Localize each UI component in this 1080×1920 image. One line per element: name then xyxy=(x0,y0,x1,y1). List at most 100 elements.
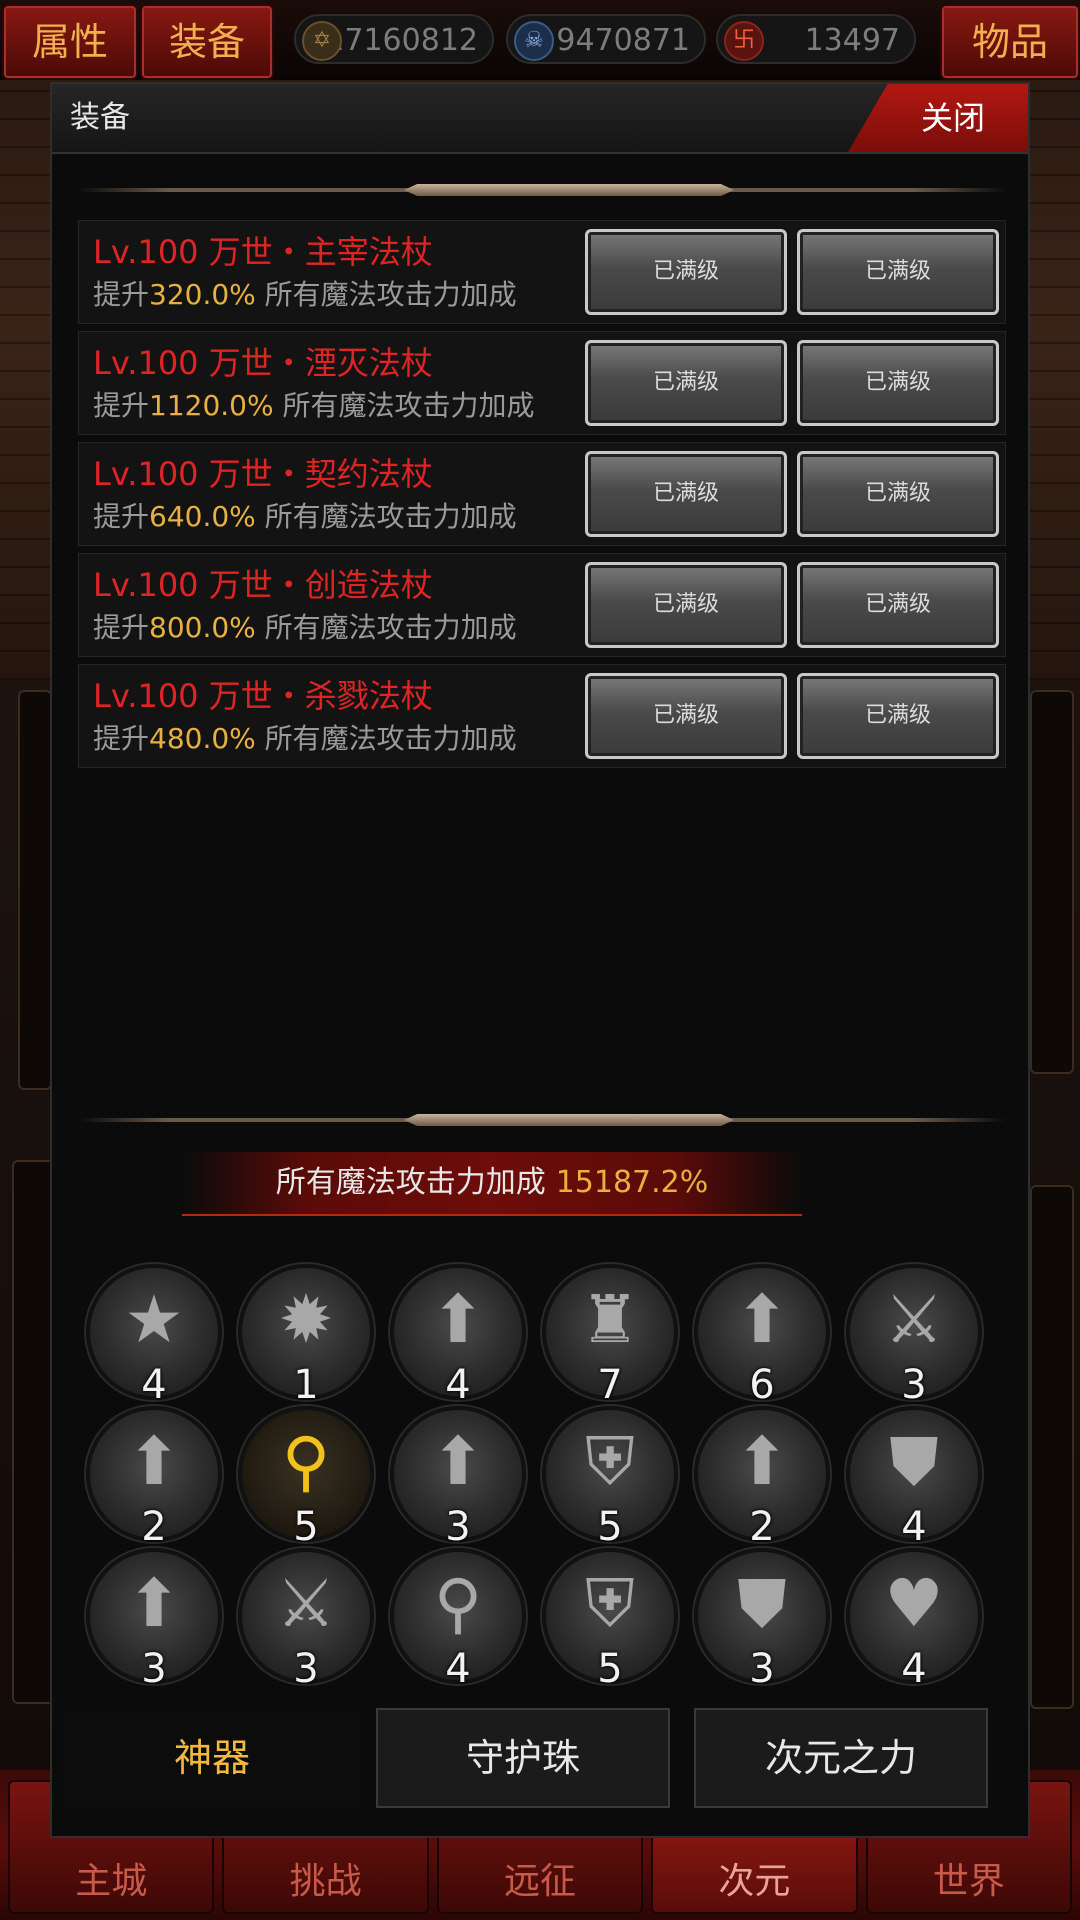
tab-items[interactable]: 物品 xyxy=(940,4,1080,80)
artifact-count: 5 xyxy=(293,1504,319,1550)
artifact-slot[interactable]: ⬆ 4 xyxy=(390,1264,526,1408)
tab-attributes[interactable]: 属性 xyxy=(2,4,138,80)
max-level-button[interactable]: 已满级 xyxy=(585,562,787,648)
artifact-slot[interactable]: ♥ 4 xyxy=(846,1548,982,1692)
shield-arrow-up-icon: ⬆ xyxy=(734,1423,790,1500)
modal-title: 装备 xyxy=(70,100,130,135)
artifact-slot[interactable]: ⬆ 2 xyxy=(694,1406,830,1550)
crest-arrow-up-icon: ⬆ xyxy=(126,1565,182,1642)
artifact-count: 3 xyxy=(293,1646,319,1692)
bonus-percent: 480.0% xyxy=(149,722,256,755)
total-bonus-label: 所有魔法攻击力加成 xyxy=(275,1165,546,1200)
equipment-desc: 提升320.0% 所有魔法攻击力加成 xyxy=(93,278,517,311)
equipment-name: Lv.100 万世・契约法杖 xyxy=(93,455,433,493)
equipment-name: Lv.100 万世・杀戮法杖 xyxy=(93,677,433,715)
equipment-name: Lv.100 万世・创造法杖 xyxy=(93,566,433,604)
artifact-count: 2 xyxy=(141,1504,167,1550)
background-right-strip xyxy=(1030,690,1074,1074)
horn-arrow-up-icon: ⬆ xyxy=(430,1281,486,1358)
currency-swirl-value: 13497 xyxy=(804,23,900,58)
modal-header: 装备 关闭 xyxy=(52,84,1028,154)
artifact-count: 3 xyxy=(445,1504,471,1550)
top-bar: 属性 装备 ✡ 17160812 ☠ 9470871 卐 13497 物品 xyxy=(0,0,1080,80)
equipment-desc: 提升640.0% 所有魔法攻击力加成 xyxy=(93,500,517,533)
total-bonus-value: 15187.2% xyxy=(555,1165,709,1200)
max-level-button[interactable]: 已满级 xyxy=(797,451,999,537)
star-icon: ★ xyxy=(124,1281,184,1358)
artifact-slot[interactable]: ⬆ 2 xyxy=(86,1406,222,1550)
total-bonus-bar: 所有魔法攻击力加成 15187.2% xyxy=(182,1152,802,1216)
shield-icon: ⛨ xyxy=(585,1423,635,1500)
bonus-percent: 1120.0% xyxy=(149,389,274,422)
artifact-count: 4 xyxy=(901,1646,927,1692)
max-level-button[interactable]: 已满级 xyxy=(797,229,999,315)
tab-equipment[interactable]: 装备 xyxy=(140,4,274,80)
slashed-scepter-icon: ⚲ xyxy=(433,1565,483,1642)
tab-guardian-orb[interactable]: 守护珠 xyxy=(376,1708,670,1808)
artifact-count: 3 xyxy=(141,1646,167,1692)
artifact-slot[interactable]: ⛊ 4 xyxy=(846,1406,982,1550)
artifact-count: 4 xyxy=(901,1504,927,1550)
artifact-count: 5 xyxy=(597,1646,623,1692)
max-level-button[interactable]: 已满级 xyxy=(585,229,787,315)
artifact-count: 2 xyxy=(749,1504,775,1550)
max-level-button[interactable]: 已满级 xyxy=(797,673,999,759)
equipment-name: Lv.100 万世・主宰法杖 xyxy=(93,233,433,271)
artifact-slot[interactable]: ★ 4 xyxy=(86,1264,222,1408)
currency-swirl: 卐 13497 xyxy=(716,14,916,64)
artifact-slot[interactable]: ⚔ 3 xyxy=(846,1264,982,1408)
currency-skull: ☠ 9470871 xyxy=(506,14,706,64)
crossed-swords-icon: ⚔ xyxy=(884,1281,944,1358)
artifact-slot[interactable]: ⚲ 4 xyxy=(390,1548,526,1692)
background-right-lower xyxy=(1030,1185,1074,1709)
artifact-slot[interactable]: ⛨ 5 xyxy=(542,1548,678,1692)
crest-shield-icon: ⛊ xyxy=(889,1423,939,1500)
equipment-name: Lv.100 万世・湮灭法杖 xyxy=(93,344,433,382)
slashed-swords-icon: ⚔ xyxy=(276,1565,336,1642)
tab-dimension-power[interactable]: 次元之力 xyxy=(694,1708,988,1808)
slashed-crest-icon: ⛊ xyxy=(737,1565,787,1642)
artifact-count: 4 xyxy=(141,1362,167,1408)
equipment-desc: 提升1120.0% 所有魔法攻击力加成 xyxy=(93,389,535,422)
divider-ornament xyxy=(404,1114,734,1126)
equipment-row: Lv.100 万世・主宰法杖 提升320.0% 所有魔法攻击力加成 已满级 已满… xyxy=(78,220,1006,324)
artifact-count: 3 xyxy=(749,1646,775,1692)
spiked-orb-icon: ✹ xyxy=(278,1281,334,1358)
gold-scepter-icon: ⚲ xyxy=(281,1423,331,1500)
star-badge-icon: ✡ xyxy=(302,21,342,61)
currency-gold: ✡ 17160812 xyxy=(294,14,494,64)
bonus-percent: 640.0% xyxy=(149,500,256,533)
artifact-count: 5 xyxy=(597,1504,623,1550)
scepter-arrow-up-icon: ⬆ xyxy=(430,1423,486,1500)
max-level-button[interactable]: 已满级 xyxy=(585,451,787,537)
equipment-desc: 提升480.0% 所有魔法攻击力加成 xyxy=(93,722,517,755)
divider-ornament xyxy=(404,184,734,196)
bonus-percent: 320.0% xyxy=(149,278,256,311)
artifact-slot[interactable]: ♜ 7 xyxy=(542,1264,678,1408)
swirl-orb-icon: 卐 xyxy=(724,21,764,61)
sub-tabs: 神器 守护珠 次元之力 xyxy=(56,1708,1024,1812)
artifact-slot[interactable]: ✹ 1 xyxy=(238,1264,374,1408)
max-level-button[interactable]: 已满级 xyxy=(585,673,787,759)
close-button[interactable]: 关闭 xyxy=(848,84,1028,152)
artifact-slot[interactable]: ⬆ 3 xyxy=(86,1548,222,1692)
sword-arrow-up-icon: ⬆ xyxy=(126,1423,182,1500)
artifact-slot[interactable]: ⬆ 6 xyxy=(694,1264,830,1408)
equipment-row: Lv.100 万世・杀戮法杖 提升480.0% 所有魔法攻击力加成 已满级 已满… xyxy=(78,664,1006,768)
artifact-slot[interactable]: ⚲ 5 xyxy=(238,1406,374,1550)
artifact-slot[interactable]: ⛨ 5 xyxy=(542,1406,678,1550)
artifact-slot[interactable]: ⛊ 3 xyxy=(694,1548,830,1692)
equipment-row: Lv.100 万世・契约法杖 提升640.0% 所有魔法攻击力加成 已满级 已满… xyxy=(78,442,1006,546)
max-level-button[interactable]: 已满级 xyxy=(797,340,999,426)
artifact-count: 4 xyxy=(445,1362,471,1408)
artifact-slot[interactable]: ⬆ 3 xyxy=(390,1406,526,1550)
tab-artifact[interactable]: 神器 xyxy=(60,1708,364,1808)
artifact-slot[interactable]: ⚔ 3 xyxy=(238,1548,374,1692)
equipment-desc: 提升800.0% 所有魔法攻击力加成 xyxy=(93,611,517,644)
currency-gold-value: 17160812 xyxy=(325,23,478,58)
max-level-button[interactable]: 已满级 xyxy=(585,340,787,426)
currency-skull-value: 9470871 xyxy=(556,23,690,58)
max-level-button[interactable]: 已满级 xyxy=(797,562,999,648)
equipment-row: Lv.100 万世・湮灭法杖 提升1120.0% 所有魔法攻击力加成 已满级 已… xyxy=(78,331,1006,435)
artifact-count: 3 xyxy=(901,1362,927,1408)
